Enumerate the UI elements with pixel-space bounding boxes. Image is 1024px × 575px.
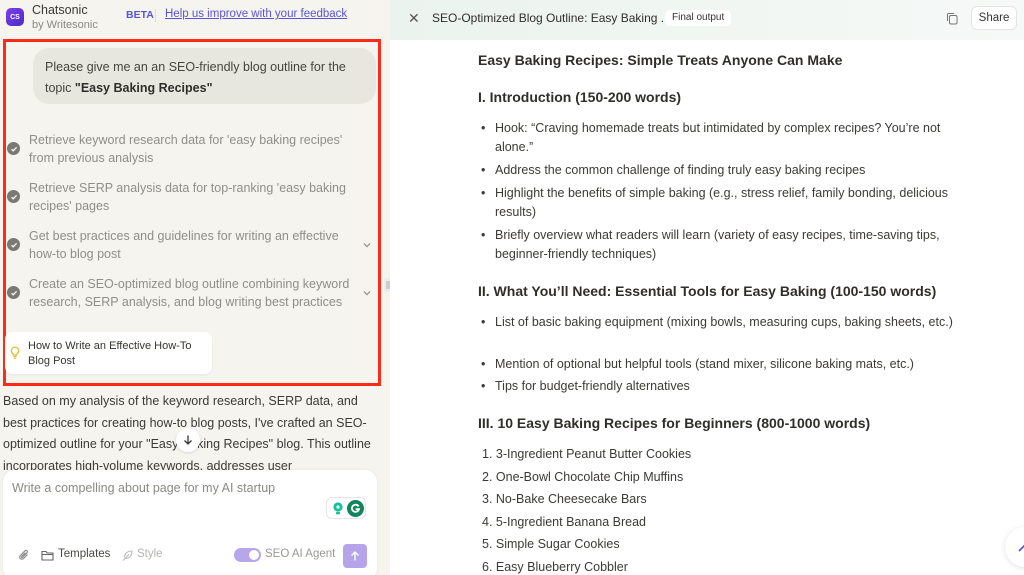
output-title: SEO-Optimized Blog Outline: Easy Baking …: [432, 11, 671, 25]
source-card-label: How to Write an Effective How-To Blog Po…: [28, 340, 192, 367]
bullet-item: • Briefly overview what readers will lear…: [481, 228, 940, 261]
beta-badge: BETA: [126, 9, 154, 21]
bullet-item: • Hook: “Craving homemade treats but inti…: [481, 121, 941, 154]
arrow-down-icon: [184, 435, 192, 445]
bullet-item: • List of basic baking equipment (mixing …: [481, 315, 953, 329]
brand-name: Chatsonic: [32, 3, 88, 17]
check-circle-icon: [7, 286, 20, 299]
toggle-knob: [249, 550, 259, 560]
source-card[interactable]: How to Write an Effective How-To Blog Po…: [5, 332, 212, 374]
message-composer[interactable]: Write a compelling about page for my AI …: [3, 470, 377, 575]
step-text: Get best practices and guidelines for wr…: [29, 229, 339, 261]
chevron-down-icon[interactable]: [361, 287, 373, 299]
recipe-item: 5. Simple Sugar Cookies: [482, 537, 620, 551]
seo-agent-toggle[interactable]: [234, 548, 261, 562]
chatsonic-logo: CS: [6, 8, 24, 26]
lightbulb-icon: [10, 346, 20, 359]
feedback-link[interactable]: Help us improve with your feedback: [165, 8, 347, 20]
chevron-down-icon[interactable]: [361, 239, 373, 251]
final-output-badge: Final output: [665, 10, 732, 26]
bullet-item: • Address the common challenge of finding…: [481, 163, 866, 177]
recipe-item: 4. 5-Ingredient Banana Bread: [482, 515, 647, 529]
recipe-item: 1. 3-Ingredient Peanut Butter Cookies: [482, 447, 692, 461]
folder-icon: [41, 550, 54, 561]
composer-toolbar: Templates Style SEO AI Agent: [3, 544, 377, 568]
output-panel: ✕ SEO-Optimized Blog Outline: Easy Bakin…: [390, 0, 1024, 575]
magic-wand-icon: [1018, 544, 1024, 552]
step-text: Retrieve keyword research data for 'easy…: [29, 133, 343, 165]
brand-subtitle: by Writesonic: [32, 19, 98, 31]
bullet-item: • Highlight the benefits of simple baking…: [481, 186, 949, 219]
user-message: Please give me an an SEO-friendly blog o…: [33, 48, 376, 104]
recipe-item: 2. One-Bowl Chocolate Chip Muffins: [482, 470, 684, 484]
style-button[interactable]: Style: [137, 548, 163, 560]
scroll-down-button[interactable]: [176, 428, 200, 452]
lightbulb-icon: [333, 502, 343, 515]
grammarly-widget[interactable]: [326, 497, 366, 519]
message-input[interactable]: Write a compelling about page for my AI …: [12, 481, 275, 495]
bullet-item: • Mention of optional but helpful tools (…: [481, 357, 914, 371]
grammarly-icon: [347, 500, 364, 517]
chat-panel: CS Chatsonic by Writesonic BETA Help us …: [0, 0, 390, 575]
check-circle-icon: [7, 190, 20, 203]
recipe-item: 3. No-Bake Cheesecake Bars: [482, 492, 647, 506]
document-title: Easy Baking Recipes: Simple Treats Anyon…: [478, 52, 843, 68]
templates-button[interactable]: Templates: [58, 548, 110, 560]
close-icon[interactable]: ✕: [408, 10, 420, 27]
paperclip-icon[interactable]: [18, 549, 30, 562]
feather-icon: [122, 550, 133, 561]
copy-icon[interactable]: [946, 12, 958, 25]
recipe-item: 6. Easy Blueberry Cobbler: [482, 560, 628, 574]
send-button[interactable]: [343, 544, 367, 568]
check-circle-icon: [7, 142, 20, 155]
section-heading: III. 10 Easy Baking Recipes for Beginner…: [478, 415, 871, 431]
check-circle-icon: [7, 238, 20, 251]
header-divider: [155, 9, 156, 22]
output-header: ✕ SEO-Optimized Blog Outline: Easy Bakin…: [390, 0, 1024, 40]
bullet-item: • Tips for budget-friendly alternatives: [481, 379, 690, 393]
share-button[interactable]: Share: [971, 6, 1017, 30]
chat-header: CS Chatsonic by Writesonic BETA Help us …: [0, 0, 390, 36]
section-heading: I. Introduction (150-200 words): [478, 89, 682, 105]
section-heading: II. What You’ll Need: Essential Tools fo…: [478, 283, 937, 299]
arrow-up-icon: [351, 551, 359, 561]
step-text: Retrieve SERP analysis data for top-rank…: [29, 181, 346, 213]
step-text: Create an SEO-optimized blog outline com…: [29, 277, 350, 309]
user-message-topic: "Easy Baking Recipes": [74, 81, 213, 95]
seo-agent-label: SEO AI Agent: [265, 548, 336, 560]
